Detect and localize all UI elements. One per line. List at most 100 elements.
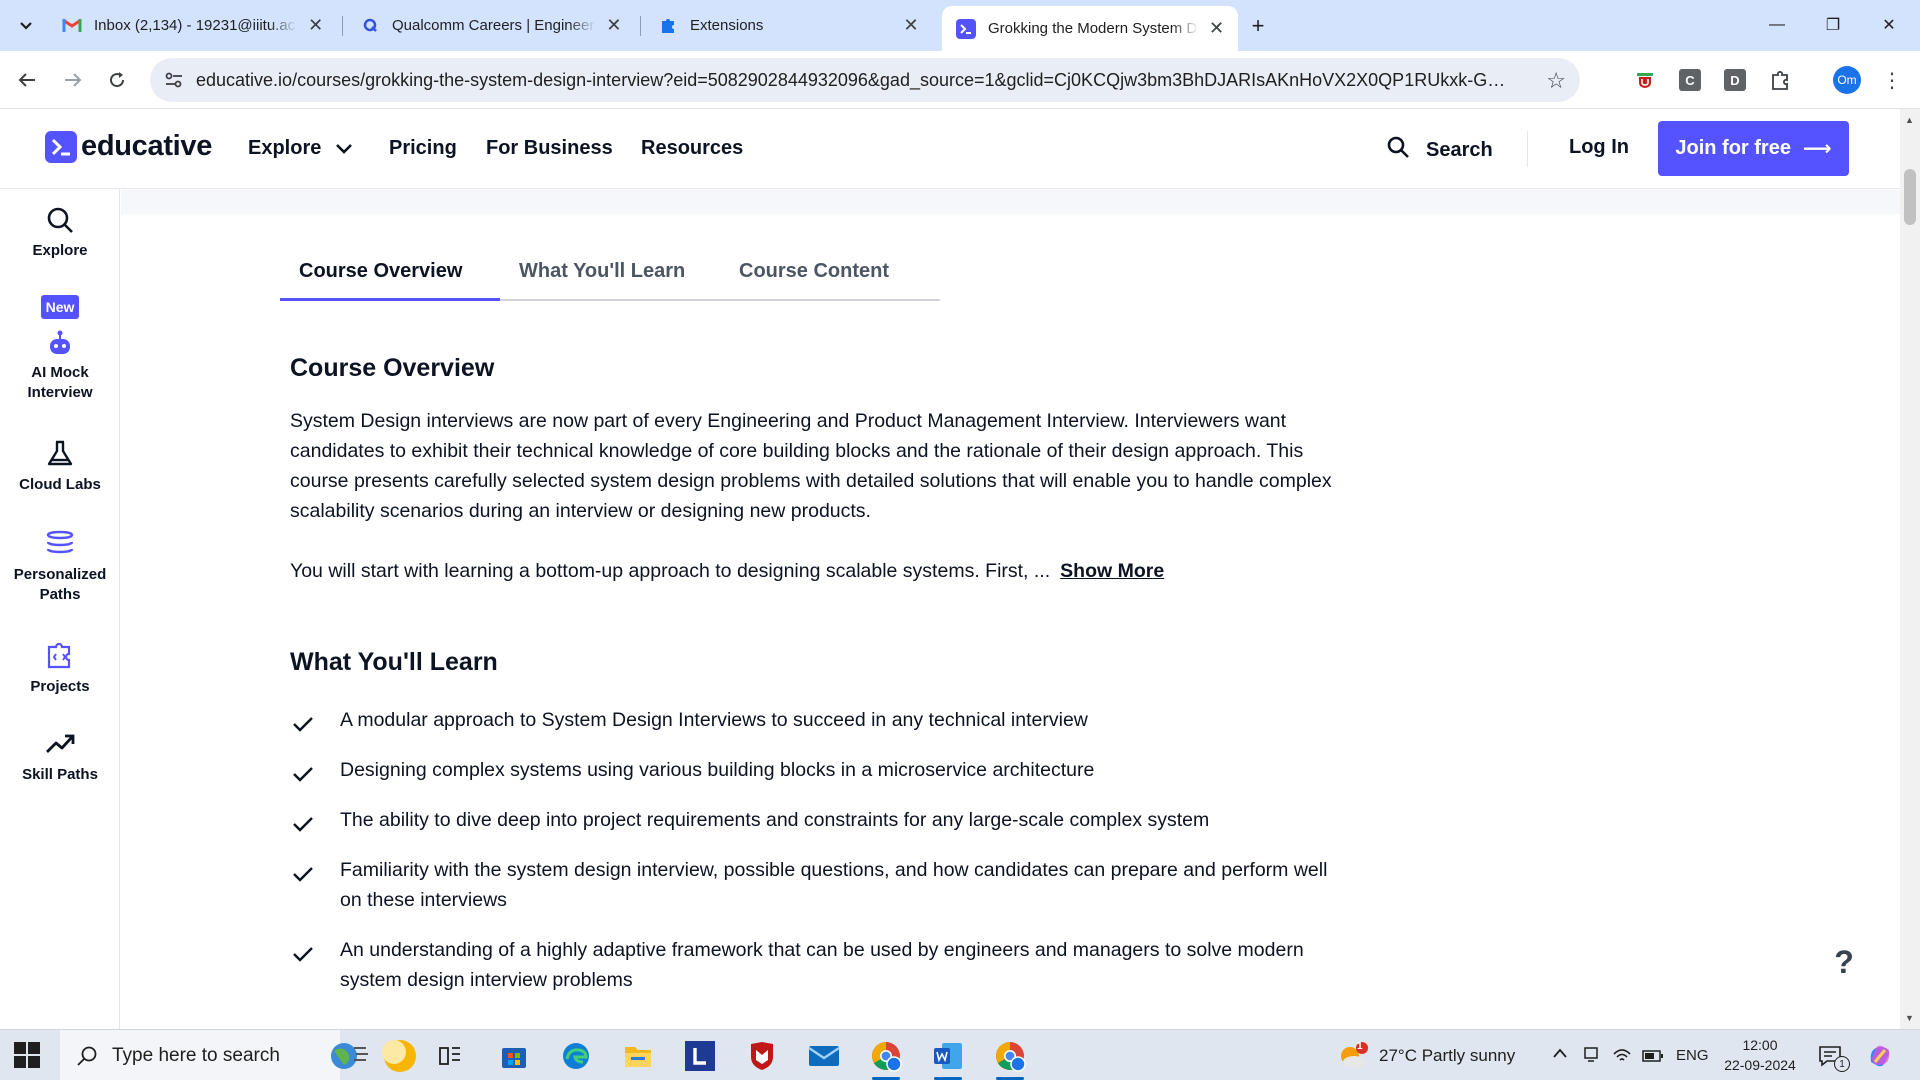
- search-highlight-icon[interactable]: [322, 1038, 418, 1074]
- task-view-icon[interactable]: [430, 1038, 470, 1074]
- scroll-up-icon[interactable]: ▲: [1905, 115, 1914, 125]
- tab-course-content[interactable]: Course Content: [739, 260, 889, 283]
- extension-shield-icon[interactable]: [1632, 67, 1658, 93]
- scroll-thumb[interactable]: [1904, 169, 1916, 225]
- list-item-text: Familiarity with the system design inter…: [340, 859, 1328, 911]
- mcafee-shield-icon[interactable]: [742, 1038, 782, 1074]
- gmail-icon: [62, 15, 82, 35]
- site-header: educative Explore Pricing For Business R…: [0, 109, 1900, 189]
- close-icon[interactable]: ✕: [305, 14, 326, 36]
- list-item: Familiarity with the system design inter…: [290, 855, 1350, 915]
- site-settings-icon[interactable]: [162, 69, 186, 91]
- microsoft-store-icon[interactable]: [494, 1038, 534, 1074]
- nav-for-business[interactable]: For Business: [486, 137, 613, 160]
- trending-up-icon: [0, 729, 120, 759]
- join-for-free-button[interactable]: Join for free ⟶: [1658, 121, 1849, 176]
- course-tabs: Course Overview What You'll Learn Course…: [280, 250, 940, 301]
- learn-list: A modular approach to System Design Inte…: [290, 705, 1350, 1015]
- header-search[interactable]: Search: [1386, 135, 1493, 165]
- bookmark-star-icon[interactable]: ☆: [1546, 68, 1566, 94]
- active-tab-indicator: [280, 298, 500, 301]
- page-scrollbar[interactable]: ▲ ▼: [1900, 109, 1920, 1029]
- show-more-link[interactable]: Show More: [1060, 560, 1164, 582]
- word-icon[interactable]: [928, 1038, 968, 1080]
- battery-icon[interactable]: [1642, 1048, 1664, 1068]
- clock-time: 12:00: [1742, 1037, 1778, 1053]
- nav-explore-label: Explore: [248, 137, 322, 159]
- course-overview-teaser: You will start with learning a bottom-up…: [290, 556, 1340, 586]
- weather-icon[interactable]: 1: [1334, 1038, 1370, 1074]
- back-arrow-icon[interactable]: [10, 63, 44, 97]
- forward-arrow-icon[interactable]: [56, 63, 90, 97]
- scroll-down-icon[interactable]: ▼: [1905, 1013, 1914, 1023]
- search-icon: [1386, 135, 1410, 165]
- url-text[interactable]: educative.io/courses/grokking-the-system…: [196, 70, 1506, 91]
- list-item-text: Designing complex systems using various …: [340, 759, 1095, 781]
- notifications-icon[interactable]: 1: [1814, 1038, 1850, 1074]
- tab-extensions[interactable]: Extensions ✕: [644, 7, 934, 43]
- list-item-text: The ability to dive deep into project re…: [340, 809, 1210, 831]
- copilot-icon[interactable]: [1862, 1038, 1898, 1074]
- sidebar-item-label: Paths: [39, 586, 81, 603]
- logo-text: educative: [81, 130, 213, 162]
- browser-menu-icon[interactable]: ⋮: [1882, 65, 1902, 95]
- close-icon[interactable]: ✕: [1207, 18, 1226, 40]
- windows-start-icon[interactable]: [14, 1042, 40, 1068]
- profile-avatar[interactable]: Om: [1833, 66, 1861, 94]
- language-indicator[interactable]: ENG: [1676, 1047, 1709, 1064]
- checkmark-icon: [292, 811, 314, 841]
- chevron-down-icon: [335, 143, 353, 155]
- tray-chevron-up-icon[interactable]: [1552, 1044, 1568, 1064]
- close-icon[interactable]: ✕: [900, 14, 922, 36]
- nav-explore[interactable]: Explore: [248, 137, 353, 160]
- minimize-button[interactable]: —: [1754, 8, 1800, 42]
- weather-text[interactable]: 27°C Partly sunny: [1379, 1046, 1515, 1066]
- tab-search-chevron-icon[interactable]: [10, 10, 42, 42]
- restore-button[interactable]: ❐: [1810, 8, 1856, 42]
- file-explorer-icon[interactable]: [618, 1038, 658, 1074]
- new-tab-button[interactable]: +: [1244, 12, 1272, 40]
- educative-logo[interactable]: educative: [45, 130, 212, 163]
- list-item: The ability to dive deep into project re…: [290, 805, 1350, 835]
- nav-resources[interactable]: Resources: [641, 137, 743, 160]
- sidebar-item-explore[interactable]: Explore: [0, 205, 120, 261]
- tab-qualcomm[interactable]: Qualcomm Careers | Engineering ✕: [346, 7, 636, 43]
- extension-c-icon[interactable]: C: [1679, 69, 1701, 91]
- educative-logo-icon: [45, 130, 77, 163]
- chrome-icon[interactable]: [990, 1038, 1030, 1080]
- lenovo-l-icon[interactable]: [680, 1038, 720, 1074]
- sidebar-item-personalized-paths[interactable]: Personalized Paths: [0, 529, 120, 605]
- tab-gmail[interactable]: Inbox (2,134) - 19231@iiitu.ac.in ✕: [48, 7, 338, 43]
- tab-course-overview[interactable]: Course Overview: [299, 260, 462, 283]
- address-bar[interactable]: educative.io/courses/grokking-the-system…: [150, 58, 1580, 102]
- tab-title: Inbox (2,134) - 19231@iiitu.ac.in: [94, 16, 298, 34]
- tab-what-youll-learn[interactable]: What You'll Learn: [519, 260, 685, 283]
- sidebar-item-projects[interactable]: Projects: [0, 639, 120, 697]
- sidebar-item-cloud-labs[interactable]: Cloud Labs: [0, 439, 120, 495]
- join-label: Join for free: [1675, 137, 1791, 159]
- chrome-profile-icon[interactable]: [866, 1038, 906, 1080]
- tab-educative-active[interactable]: Grokking the Modern System Design ✕: [942, 6, 1238, 51]
- edge-browser-icon[interactable]: [556, 1038, 596, 1074]
- new-badge: New: [40, 295, 80, 319]
- close-window-button[interactable]: ✕: [1866, 8, 1912, 42]
- login-link[interactable]: Log In: [1569, 136, 1629, 159]
- checkmark-icon: [292, 941, 314, 971]
- close-icon[interactable]: ✕: [604, 14, 624, 36]
- mail-icon[interactable]: [804, 1038, 844, 1074]
- wifi-icon[interactable]: [1612, 1046, 1632, 1069]
- clock-date: 22-09-2024: [1724, 1057, 1796, 1073]
- extension-d-icon[interactable]: D: [1724, 69, 1746, 91]
- tray-device-icon[interactable]: [1582, 1046, 1600, 1069]
- taskbar-search-box[interactable]: Type here to search: [60, 1030, 340, 1080]
- nav-pricing[interactable]: Pricing: [389, 137, 457, 160]
- help-button[interactable]: ?: [1826, 944, 1862, 988]
- extensions-puzzle-icon[interactable]: [1767, 67, 1793, 93]
- system-clock[interactable]: 12:00 22-09-2024: [1722, 1035, 1798, 1075]
- reload-icon[interactable]: [100, 63, 134, 97]
- sidebar-item-ai-mock-interview[interactable]: New AI Mock Interview: [0, 295, 120, 403]
- notification-count: 1: [1834, 1056, 1850, 1072]
- robot-icon: [0, 329, 120, 357]
- sidebar-item-skill-paths[interactable]: Skill Paths: [0, 729, 120, 785]
- checkmark-icon: [292, 711, 314, 741]
